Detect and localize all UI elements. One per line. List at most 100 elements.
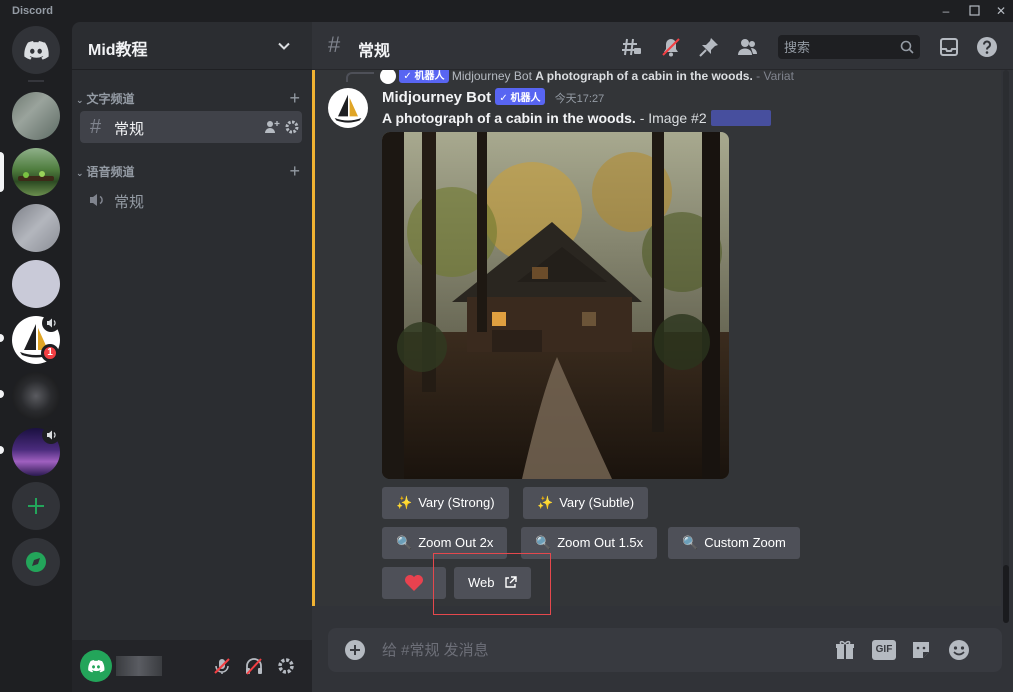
scrollbar-track[interactable] <box>1003 70 1009 606</box>
hashtag-icon: # <box>328 32 341 57</box>
reply-preview[interactable]: ✓ 机器人 Midjourney Bot A photograph of a c… <box>380 70 794 84</box>
emoji-icon[interactable] <box>948 639 970 661</box>
channel-item-general[interactable]: # 常规 <box>80 111 302 143</box>
sparkles-icon: ✨ <box>396 495 413 510</box>
pin-icon[interactable] <box>698 36 720 58</box>
avatar[interactable] <box>80 650 112 682</box>
create-channel-icon[interactable]: + <box>289 162 300 180</box>
settings-gear-icon[interactable] <box>276 656 296 676</box>
mention-badge: 1 <box>41 344 59 362</box>
channel-title: 常规 <box>358 43 391 60</box>
explore-button[interactable] <box>12 538 60 586</box>
invite-icon[interactable] <box>264 119 280 135</box>
heart-icon <box>405 575 423 591</box>
message-header: Midjourney Bot ✓ 机器人 今天17:27 <box>382 88 604 106</box>
server-rail: 1 <box>0 22 72 692</box>
gift-icon[interactable] <box>834 639 856 661</box>
vary-subtle-button[interactable]: ✨ Vary (Subtle) <box>523 487 649 519</box>
message-composer: GIF <box>328 628 1002 672</box>
compass-icon <box>26 552 46 572</box>
discord-logo-icon <box>24 41 49 60</box>
category-voice[interactable]: ⌄ 语音频道 <box>76 163 135 180</box>
add-server-button[interactable] <box>12 482 60 530</box>
category-text[interactable]: ⌄ 文字频道 <box>76 90 135 107</box>
maximize-icon[interactable] <box>964 2 984 20</box>
members-icon[interactable] <box>736 36 758 58</box>
guild-name: Mid教程 <box>88 42 148 59</box>
server-icon[interactable] <box>12 260 60 308</box>
reply-avatar <box>380 70 396 84</box>
threads-icon[interactable] <box>620 36 642 58</box>
unread-pill <box>0 334 4 342</box>
avatar[interactable] <box>328 88 368 128</box>
channel-header: # 常规 <box>312 22 1013 70</box>
gear-icon[interactable] <box>284 119 300 135</box>
minimize-icon[interactable]: – <box>936 2 956 20</box>
notification-muted-icon[interactable] <box>660 36 682 58</box>
speaker-icon <box>42 314 60 332</box>
reply-suffix: - Variat <box>752 70 794 83</box>
channel-item-voice[interactable]: 常规 <box>80 184 302 216</box>
reply-spine <box>346 72 374 82</box>
help-icon[interactable] <box>976 36 998 58</box>
sparkles-icon: ✨ <box>537 495 554 510</box>
speaker-icon <box>42 426 60 444</box>
bot-tag: ✓ 机器人 <box>399 70 449 83</box>
discord-logo-icon <box>88 660 105 673</box>
channel-sidebar: Mid教程 ⌄ 文字频道 + # 常规 ⌄ 语音频道 + 常规 <box>72 22 312 692</box>
mic-muted-icon[interactable] <box>212 656 232 676</box>
mention-bar <box>312 70 315 606</box>
timestamp: 今天17:27 <box>554 93 605 105</box>
chevron-down-icon: ⌄ <box>76 168 84 178</box>
magnifier-icon: 🔍 <box>682 535 699 550</box>
create-channel-icon[interactable]: + <box>289 89 300 107</box>
active-server-pill <box>0 152 4 192</box>
server-icon[interactable] <box>12 204 60 252</box>
chevron-down-icon <box>278 42 290 50</box>
home-button[interactable] <box>12 26 60 74</box>
close-icon[interactable]: ✕ <box>991 2 1011 20</box>
bot-tag: ✓ 机器人 <box>495 88 545 105</box>
author-name[interactable]: Midjourney Bot <box>382 89 491 106</box>
sticker-icon[interactable] <box>910 639 932 661</box>
guild-header[interactable]: Mid教程 <box>72 22 312 70</box>
message-content: A photograph of a cabin in the woods. - … <box>382 110 771 126</box>
chevron-down-icon: ⌄ <box>76 95 84 105</box>
unread-pill <box>0 390 4 398</box>
discord-window: Discord – ✕ 1 Mid教程 ⌄ 文字频道 + # 常规 ⌄ 语音频道… <box>0 0 1013 692</box>
sailboat-icon <box>334 94 362 123</box>
gif-button[interactable]: GIF <box>872 640 896 660</box>
user-panel <box>72 640 312 692</box>
server-icon[interactable] <box>12 148 60 196</box>
search-input[interactable] <box>784 38 894 56</box>
message-input[interactable] <box>382 640 822 660</box>
title-bar: Discord – ✕ <box>0 0 1013 22</box>
scrollbar-thumb[interactable] <box>1003 565 1009 623</box>
headphones-muted-icon[interactable] <box>244 656 264 676</box>
generated-image[interactable] <box>382 132 729 479</box>
image-label: - Image #2 <box>635 110 707 126</box>
annotation-box <box>433 553 551 615</box>
plus-icon <box>28 498 44 514</box>
app-title: Discord <box>12 5 53 17</box>
speaker-icon <box>90 194 103 206</box>
custom-zoom-button[interactable]: 🔍 Custom Zoom <box>668 527 800 559</box>
cabin-photo <box>382 132 729 479</box>
prompt-text: A photograph of a cabin in the woods. <box>382 110 636 126</box>
inbox-icon[interactable] <box>938 36 960 58</box>
add-attachment-icon[interactable] <box>344 639 366 661</box>
search-box[interactable] <box>778 35 920 59</box>
server-icon[interactable] <box>12 92 60 140</box>
search-icon <box>900 40 914 54</box>
channel-label: 常规 <box>114 121 145 138</box>
message-list: ✓ 机器人 Midjourney Bot A photograph of a c… <box>312 70 1013 606</box>
channel-label: 常规 <box>114 194 145 211</box>
chat-area: # 常规 ✓ 机器人 Midjourney Bot A photograph o… <box>312 22 1013 692</box>
hashtag-icon: # <box>90 116 102 138</box>
rail-divider <box>28 80 44 82</box>
vary-strong-button[interactable]: ✨ Vary (Strong) <box>382 487 509 519</box>
server-icon[interactable] <box>12 372 60 420</box>
magnifier-icon: 🔍 <box>396 535 413 550</box>
redacted-mention <box>710 110 771 126</box>
reply-text: A photograph of a cabin in the woods. <box>535 70 753 83</box>
